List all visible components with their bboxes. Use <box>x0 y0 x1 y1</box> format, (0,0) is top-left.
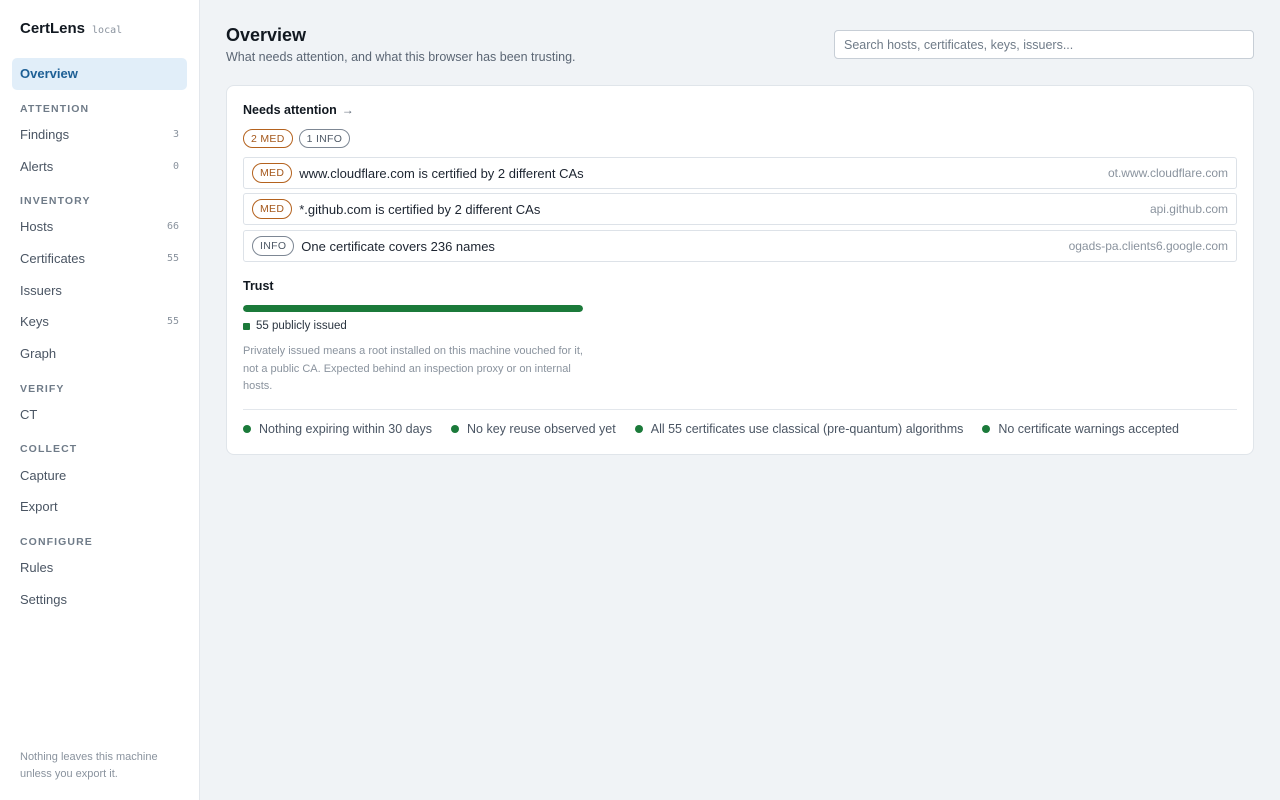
sidebar-item-label: Graph <box>20 346 57 362</box>
severity-summary: 2 MED 1 INFO <box>243 129 351 148</box>
trust-legend: 55 publicly issued <box>243 320 347 332</box>
sidebar-item-label: Overview <box>20 66 78 82</box>
finding-host: ogads-pa.clients6.google.com <box>1068 239 1228 253</box>
app-name: CertLens <box>20 20 86 37</box>
keys-count: 55 <box>166 316 179 328</box>
severity-badge: MED <box>252 199 293 219</box>
sidebar-item-label: Alerts <box>20 158 54 174</box>
status-checks: Nothing expiring within 30 days No key r… <box>243 422 1198 436</box>
finding-host: api.github.com <box>1149 202 1228 216</box>
sidebar-item-label: Certificates <box>20 251 86 267</box>
section-inventory: INVENTORY <box>20 195 91 208</box>
sidebar-item-hosts[interactable]: Hosts 66 <box>12 211 187 243</box>
section-attention: ATTENTION <box>20 102 90 115</box>
sidebar-item-issuers[interactable]: Issuers <box>12 274 187 306</box>
finding-row[interactable]: MED *.github.com is certified by 2 diffe… <box>243 193 1237 225</box>
findings-count: 3 <box>172 129 179 141</box>
status-check-label: All 55 certificates use classical (pre-q… <box>650 422 964 436</box>
finding-title: *.github.com is certified by 2 different… <box>299 201 541 217</box>
sidebar-item-label: Hosts <box>20 219 54 235</box>
sidebar-item-graph[interactable]: Graph <box>12 338 187 370</box>
finding-title: One certificate covers 236 names <box>301 238 495 254</box>
sidebar-item-alerts[interactable]: Alerts 0 <box>12 150 187 182</box>
divider <box>243 409 1237 410</box>
sidebar-item-rules[interactable]: Rules <box>12 552 187 584</box>
status-ok-dot-icon <box>634 425 643 433</box>
trust-legend-label: 55 publicly issued <box>256 320 347 332</box>
sidebar-item-label: CT <box>20 406 38 422</box>
sidebar-item-label: Keys <box>20 314 49 330</box>
sidebar-item-label: Settings <box>20 591 67 607</box>
sidebar-item-certificates[interactable]: Certificates 55 <box>12 243 187 275</box>
app-tag: local <box>92 25 123 36</box>
arrow-right-icon: → <box>341 103 354 117</box>
section-configure: CONFIGURE <box>20 535 93 548</box>
overview-card: Needs attention → 2 MED 1 INFO MED www.c… <box>226 85 1254 455</box>
certificates-count: 55 <box>166 253 179 265</box>
sidebar-item-ct[interactable]: CT <box>12 399 187 431</box>
sidebar-item-label: Rules <box>20 559 54 575</box>
search-input[interactable] <box>834 30 1254 59</box>
sidebar-item-overview[interactable]: Overview <box>12 58 187 90</box>
status-ok-dot-icon <box>451 425 460 433</box>
sidebar-item-export[interactable]: Export <box>12 491 187 523</box>
sidebar-item-capture[interactable]: Capture <box>12 459 187 491</box>
status-check-label: No certificate warnings accepted <box>998 422 1180 436</box>
status-check: No certificate warnings accepted <box>982 422 1179 436</box>
severity-badge: INFO <box>252 236 295 256</box>
info-count-badge[interactable]: 1 INFO <box>298 129 351 148</box>
legend-swatch-public <box>243 322 250 330</box>
status-check: All 55 certificates use classical (pre-q… <box>634 422 964 436</box>
status-ok-dot-icon <box>982 425 991 433</box>
finding-row[interactable]: INFO One certificate covers 236 names og… <box>243 230 1237 262</box>
trust-bar <box>243 305 583 312</box>
sidebar-item-settings[interactable]: Settings <box>12 583 187 615</box>
section-collect: COLLECT <box>20 443 78 456</box>
alerts-count: 0 <box>172 160 179 172</box>
sidebar-item-findings[interactable]: Findings 3 <box>12 119 187 151</box>
severity-badge: MED <box>252 163 293 183</box>
sidebar-item-label: Capture <box>20 467 67 483</box>
trust-heading: Trust <box>243 279 274 293</box>
sidebar-footer-note: Nothing leaves this machine unless you e… <box>20 751 158 780</box>
trust-bar-public-fill <box>243 305 583 312</box>
brand: CertLens local <box>20 20 122 37</box>
sidebar-item-label: Issuers <box>20 282 62 298</box>
page-title: Overview <box>226 25 307 45</box>
sidebar: CertLens local Overview ATTENTION Findin… <box>0 0 200 800</box>
status-check-label: No key reuse observed yet <box>467 422 616 436</box>
needs-attention-link[interactable]: Needs attention → <box>243 103 354 117</box>
page-subtitle: What needs attention, and what this brow… <box>226 50 576 64</box>
sidebar-item-keys[interactable]: Keys 55 <box>12 306 187 338</box>
finding-row[interactable]: MED www.cloudflare.com is certified by 2… <box>243 157 1237 189</box>
status-check: Nothing expiring within 30 days <box>243 422 432 436</box>
trust-note: Privately issued means a root installed … <box>243 345 583 392</box>
sidebar-nav: Overview ATTENTION Findings 3 Alerts 0 I… <box>12 58 187 615</box>
needs-attention-heading: Needs attention <box>243 103 337 117</box>
finding-host: ot.www.cloudflare.com <box>1107 166 1228 180</box>
hosts-count: 66 <box>166 221 179 233</box>
section-verify: VERIFY <box>20 382 65 395</box>
status-ok-dot-icon <box>243 425 251 433</box>
status-check-label: Nothing expiring within 30 days <box>259 422 433 436</box>
finding-title: www.cloudflare.com is certified by 2 dif… <box>299 165 584 181</box>
med-count-badge[interactable]: 2 MED <box>243 129 293 148</box>
sidebar-item-label: Export <box>20 499 58 515</box>
sidebar-item-label: Findings <box>20 127 70 143</box>
status-check: No key reuse observed yet <box>451 422 616 436</box>
